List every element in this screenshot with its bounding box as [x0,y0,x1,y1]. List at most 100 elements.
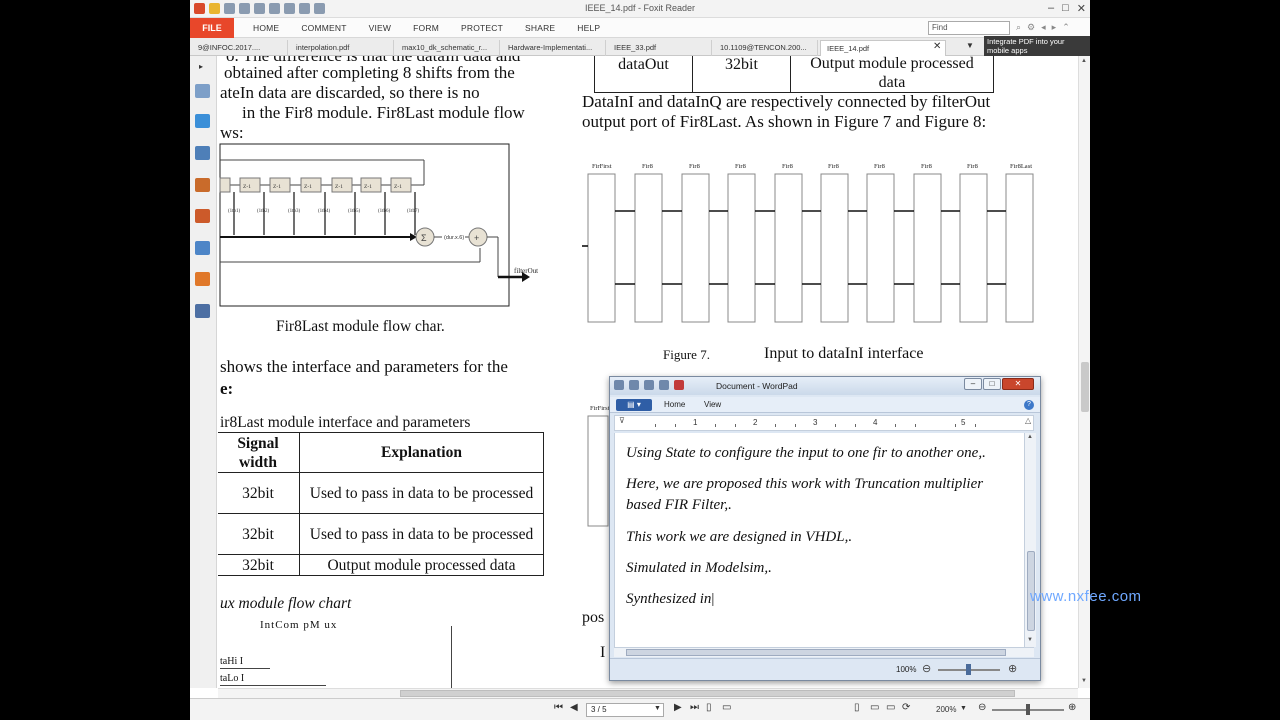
wordpad-paragraph-text[interactable]: Synthesized in [626,591,711,607]
fit-width-icon[interactable]: ▭ [870,702,879,713]
previous-page-icon[interactable]: ◀ [570,702,578,713]
scroll-down-icon[interactable]: ▼ [1027,637,1033,643]
wordpad-paragraph[interactable]: Here, we are proposed this work with Tru… [626,474,983,495]
zoom-dropdown-icon[interactable]: ▼ [960,705,967,712]
menu-help[interactable]: HELP [566,18,611,38]
wordpad-vertical-scrollbar[interactable]: ▲ ▼ [1024,433,1036,647]
menu-form[interactable]: FORM [402,18,450,38]
minimize-icon[interactable]: – [1048,2,1054,15]
z-label: Z-1 [273,184,281,190]
pdf-line: obtained after completing 8 shifts from … [224,63,515,82]
zoom-out-icon[interactable]: ⊖ [922,662,931,675]
zoom-in-icon[interactable]: ⊕ [1008,662,1017,675]
close-icon[interactable]: ✕ [1077,2,1086,15]
zoom-level[interactable]: 200% [936,705,956,714]
signature-icon[interactable] [195,304,210,318]
continuous-page-icon[interactable]: ▭ [722,702,731,713]
wordpad-paragraph[interactable]: Synthesized in| [626,589,714,610]
forward-icon[interactable]: ▸ [1052,22,1057,33]
zoom-in-icon[interactable]: ⊕ [1068,702,1076,713]
tab-infoc[interactable]: 9@INFOC.2017.... [192,40,288,56]
tab-hardware[interactable]: Hardware-Implementati... [502,40,606,56]
wordpad-ruler[interactable]: ⊽ 1 2 3 4 5 △ [614,415,1034,431]
scroll-thumb[interactable] [626,649,1006,656]
z-label: Z-1 [364,184,372,190]
close-tab-icon[interactable]: ✕ [933,41,941,52]
collapse-ribbon-icon[interactable]: ⌃ [1062,22,1070,33]
ad-banner[interactable]: Integrate PDF into your mobile apps [984,36,1090,56]
link-icon[interactable] [195,241,210,255]
maximize-icon[interactable]: □ [1062,2,1069,15]
wordpad-close-button[interactable]: ✕ [1002,378,1034,390]
sum-symbol: Σ [421,233,427,243]
fit-visible-icon[interactable]: ▭ [886,702,895,713]
menu-home[interactable]: HOME [242,18,290,38]
comments-icon[interactable] [195,178,210,192]
single-page-icon[interactable]: ▯ [706,702,712,713]
menu-comment[interactable]: COMMENT [290,18,357,38]
help-icon[interactable]: ? [1024,400,1034,410]
wordpad-app-icon[interactable] [614,380,624,390]
back-icon[interactable]: ◂ [1041,22,1046,33]
figure-caption: Fir8Last module flow char. [276,318,445,335]
scroll-thumb[interactable] [1081,362,1089,412]
wordpad-tab-view[interactable]: View [704,400,721,409]
wordpad-document-area[interactable]: Using State to configure the input to on… [614,433,1024,647]
font-color-icon[interactable] [674,380,684,390]
wordpad-undo-icon[interactable] [644,380,654,390]
wordpad-zoom-knob[interactable] [966,664,971,675]
block-label: Fir8 [782,163,793,170]
bookmarks-icon[interactable] [195,84,210,98]
rotate-icon[interactable]: ⟳ [902,702,910,713]
search-icon[interactable]: ⌕ [1016,22,1021,33]
scroll-down-icon[interactable]: ▼ [1081,678,1087,684]
next-page-icon[interactable]: ▶ [674,702,682,713]
page-dropdown-icon[interactable]: ▼ [654,705,661,712]
scroll-up-icon[interactable]: ▲ [1027,434,1033,440]
security-icon[interactable] [195,272,210,286]
pdf-horizontal-scrollbar[interactable] [218,688,1078,698]
table-cell: 32bit [218,472,300,514]
wordpad-paragraph[interactable]: Using State to configure the input to on… [626,443,986,464]
fit-page-icon[interactable]: ▯ [854,702,860,713]
wordpad-title: Document - WordPad [716,381,798,391]
last-page-icon[interactable]: ⏭ [690,702,699,713]
wordpad-paragraph[interactable]: based FIR Filter,. [626,495,732,516]
page-number-input[interactable]: 3 / 5 [586,703,664,717]
scroll-thumb[interactable] [400,690,1015,697]
wordpad-paragraph[interactable]: This work we are designed in VHDL,. [626,527,852,548]
wordpad-maximize-button[interactable]: □ [983,378,1001,390]
attachments-icon[interactable] [195,209,210,223]
wordpad-horizontal-scrollbar[interactable] [614,647,1034,657]
file-menu[interactable]: FILE [190,18,234,38]
menu-protect[interactable]: PROTECT [450,18,514,38]
menu-share[interactable]: SHARE [514,18,566,38]
wordpad-tab-home[interactable]: Home [664,400,685,409]
find-input[interactable]: Find [928,21,1010,35]
table-row: 32bit Output module processed data [218,554,544,576]
wordpad-redo-icon[interactable] [659,380,669,390]
indent-marker-icon[interactable]: ⊽ [619,416,625,425]
wordpad-save-icon[interactable] [629,380,639,390]
right-indent-icon[interactable]: △ [1025,416,1031,425]
wordpad-minimize-button[interactable]: – [964,378,982,390]
menu-view[interactable]: VIEW [358,18,403,38]
zoom-slider-knob[interactable] [1026,704,1030,715]
tab-tencon[interactable]: 10.1109@TENCON.200... [714,40,818,56]
zoom-out-icon[interactable]: ⊖ [978,702,986,713]
pages-icon[interactable] [195,114,210,128]
wordpad-paragraph[interactable]: Simulated in Modelsim,. [626,558,772,579]
tab-interpolation[interactable]: interpolation.pdf [290,40,394,56]
scroll-up-icon[interactable]: ▲ [1081,58,1087,64]
layers-icon[interactable] [195,146,210,160]
gear-icon[interactable]: ⚙ [1027,22,1035,33]
expand-panel-icon[interactable]: ▸ [199,62,203,71]
tab-list-icon[interactable]: ▼ [966,41,974,50]
block-label: Fir8 [967,163,978,170]
pdf-line: ateIn data are discarded, so there is no [220,83,480,102]
first-page-icon[interactable]: ⏮ [554,702,563,713]
tab-ieee33[interactable]: IEEE_33.pdf [608,40,712,56]
tab-ieee14[interactable]: IEEE_14.pdf [820,40,946,56]
wordpad-menu-button[interactable]: ▤ ▾ [616,399,652,411]
tab-max10[interactable]: max10_dk_schematic_r... [396,40,500,56]
